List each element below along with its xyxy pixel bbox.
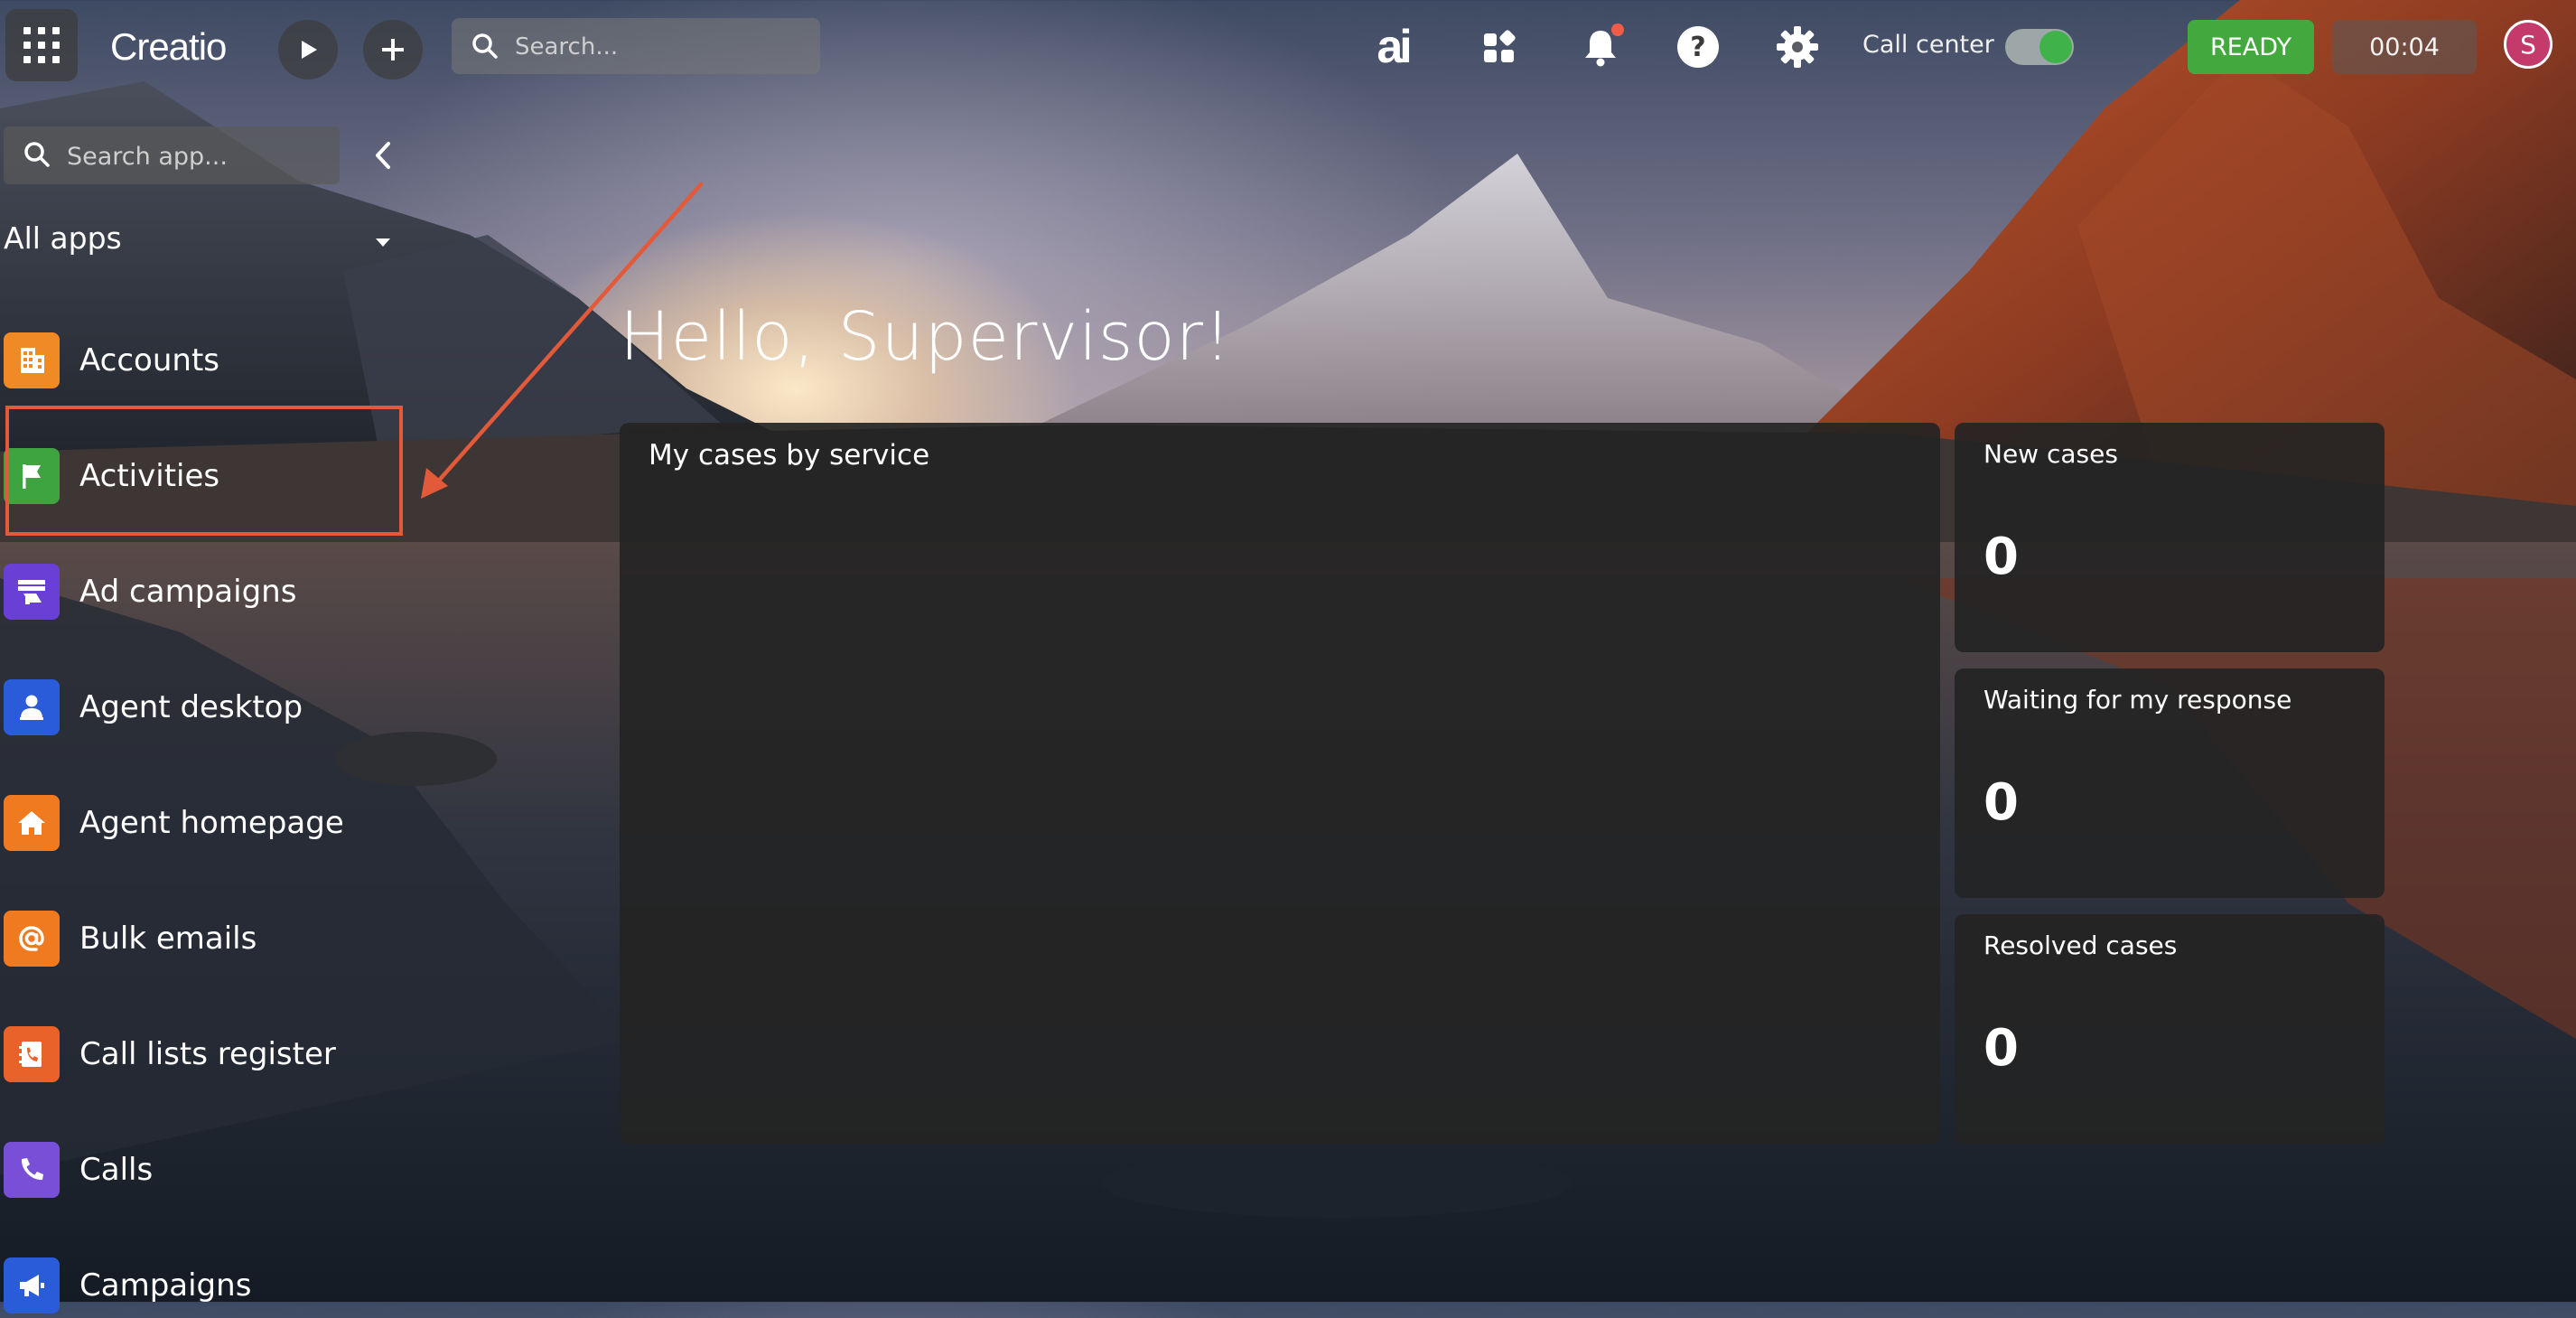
flag-icon [4, 448, 60, 504]
plus-icon [382, 39, 404, 61]
collapse-sidebar-button[interactable] [365, 137, 401, 173]
all-apps-label: All apps [4, 220, 122, 256]
phone-icon [4, 1142, 60, 1198]
call-center-toggle[interactable] [2005, 29, 2074, 65]
sidebar-item-label: Calls [79, 1152, 154, 1188]
sidebar-item-accounts[interactable]: Accounts [4, 328, 401, 393]
settings-button[interactable] [1772, 22, 1823, 72]
home-icon [4, 795, 60, 851]
megaphone-board-icon [4, 564, 60, 620]
sidebar-item-label: Activities [79, 458, 220, 494]
global-search-input[interactable] [513, 29, 806, 65]
search-icon [472, 33, 498, 59]
metric-value: 0 [1983, 1019, 2019, 1078]
help-icon: ? [1677, 26, 1719, 68]
caret-down-icon [376, 238, 390, 247]
notification-dot [1611, 23, 1624, 36]
grid-icon [23, 27, 60, 63]
app-launcher-button[interactable] [5, 9, 78, 81]
sidebar-item-calls[interactable]: Calls [4, 1137, 401, 1202]
user-avatar[interactable]: S [2504, 20, 2553, 69]
waiting-for-response-metric[interactable]: Waiting for my response 0 [1955, 668, 2385, 898]
sidebar-item-label: Ad campaigns [79, 574, 297, 610]
sidebar-item-label: Bulk emails [79, 921, 257, 957]
app-hub-button[interactable] [1474, 22, 1525, 72]
sidebar-item-activities[interactable]: Activities [4, 444, 401, 509]
agent-icon [4, 679, 60, 735]
all-apps-dropdown[interactable]: All apps [4, 220, 401, 266]
run-process-button[interactable] [278, 20, 338, 79]
call-timer: 00:04 [2332, 20, 2477, 74]
widgets-icon [1484, 30, 1516, 62]
phone-book-icon [4, 1026, 60, 1082]
chevron-left-icon [376, 142, 390, 169]
building-icon [4, 332, 60, 388]
ai-assistant-button[interactable]: ai [1366, 21, 1420, 73]
gear-icon [1777, 26, 1818, 68]
metric-label: New cases [1983, 439, 2118, 469]
ai-label: ai [1377, 21, 1412, 73]
play-icon [302, 41, 317, 59]
create-new-button[interactable] [363, 20, 423, 79]
resolved-cases-metric[interactable]: Resolved cases 0 [1955, 914, 2385, 1144]
metric-value: 0 [1983, 528, 2019, 586]
app-search-input[interactable] [65, 137, 331, 175]
app-search[interactable] [4, 126, 340, 184]
at-sign-icon [4, 911, 60, 967]
call-center-label: Call center [1862, 31, 1994, 59]
cases-by-service-panel: My cases by service [620, 423, 1940, 1144]
notifications-button[interactable] [1575, 22, 1626, 72]
sidebar-item-label: Agent homepage [79, 805, 344, 841]
agent-status-button[interactable]: READY [2188, 20, 2314, 74]
metric-label: Resolved cases [1983, 930, 2178, 960]
sidebar-item-ad-campaigns[interactable]: Ad campaigns [4, 559, 401, 624]
sidebar-item-agent-desktop[interactable]: Agent desktop [4, 675, 401, 740]
global-search[interactable] [452, 18, 820, 74]
new-cases-metric[interactable]: New cases 0 [1955, 423, 2385, 652]
sidebar-item-campaigns[interactable]: Campaigns [4, 1253, 401, 1318]
sidebar-item-label: Agent desktop [79, 689, 303, 725]
sidebar-item-label: Call lists register [79, 1036, 336, 1072]
sidebar-item-bulk-emails[interactable]: Bulk emails [4, 906, 401, 971]
sidebar-item-call-lists-register[interactable]: Call lists register [4, 1022, 401, 1087]
search-icon [24, 142, 50, 167]
sidebar-item-label: Accounts [79, 342, 219, 379]
svg-text:?: ? [1690, 32, 1705, 63]
sidebar-item-label: Campaigns [79, 1267, 252, 1304]
panel-title: My cases by service [649, 439, 930, 472]
help-button[interactable]: ? [1673, 22, 1723, 72]
creatio-logo[interactable]: Creatio [110, 25, 227, 69]
greeting-heading: Hello, Supervisor! [620, 298, 1232, 376]
top-bar: Creatio ai ? [0, 0, 2576, 94]
metric-label: Waiting for my response [1983, 685, 2292, 715]
metric-value: 0 [1983, 773, 2019, 832]
sidebar-item-agent-homepage[interactable]: Agent homepage [4, 790, 401, 855]
toggle-knob [2039, 31, 2072, 63]
app-sidebar: All apps Accounts Activities Ad campaign… [0, 94, 415, 1313]
megaphone-icon [4, 1257, 60, 1313]
